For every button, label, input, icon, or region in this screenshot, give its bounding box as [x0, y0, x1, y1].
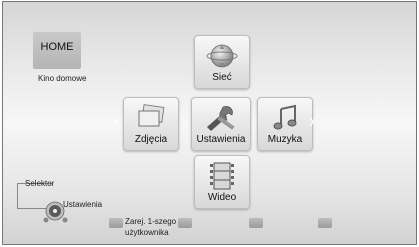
- photos-icon: [138, 104, 165, 127]
- menu-label-settings: Ustawienia: [196, 134, 246, 145]
- scroll-left-arrow[interactable]: ‹: [113, 111, 119, 132]
- color-button-4[interactable]: [318, 218, 332, 228]
- home-subtitle: Kino domowe: [38, 74, 87, 83]
- menu-tile-music[interactable]: Muzyka: [257, 97, 313, 151]
- menu-label-music: Muzyka: [267, 134, 303, 145]
- selector-label: Selektor: [25, 179, 55, 188]
- color-button-1[interactable]: [109, 218, 123, 228]
- menu-tile-settings[interactable]: Ustawienia: [191, 97, 251, 151]
- tools-icon: [207, 106, 235, 131]
- color-button-2[interactable]: [178, 218, 192, 228]
- menu-tile-photos[interactable]: Zdjęcia: [123, 97, 179, 151]
- home-button[interactable]: HOME: [33, 31, 81, 69]
- menu-label-network: Sieć: [212, 72, 232, 83]
- music-note-icon: [273, 104, 297, 130]
- selector-current: Ustawienia: [63, 200, 103, 209]
- film-icon: [210, 162, 234, 190]
- menu-tile-video[interactable]: Wideo: [194, 155, 250, 209]
- globe-icon: [206, 44, 238, 68]
- menu-label-video: Wideo: [207, 192, 237, 203]
- home-screen: HOME Kino domowe Sieć ‹ Zdjęcia Ustawien…: [2, 1, 417, 245]
- menu-label-photos: Zdjęcia: [134, 134, 168, 145]
- menu-tile-network[interactable]: Sieć: [194, 35, 250, 89]
- scroll-right-arrow[interactable]: ›: [309, 111, 315, 132]
- color-button-1-label: Zarej. 1-szego użytkownika: [125, 217, 177, 237]
- color-button-3[interactable]: [249, 218, 263, 228]
- home-label: HOME: [40, 41, 74, 53]
